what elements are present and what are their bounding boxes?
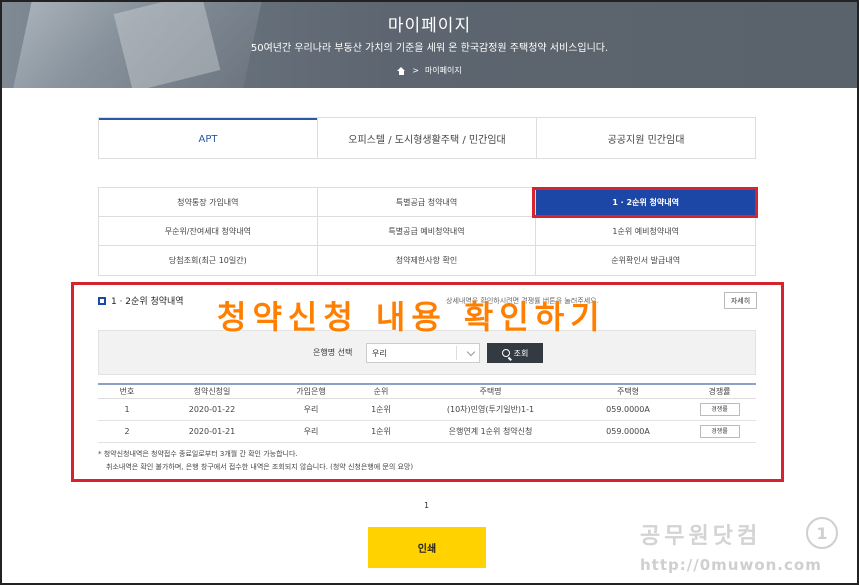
tab-officetel[interactable]: 오피스텔 / 도시형생활주택 / 민간임대: [317, 118, 536, 158]
menu-restrictions[interactable]: 청약제한사항 확인: [318, 246, 537, 275]
tab-public-rental[interactable]: 공공지원 민간임대: [536, 118, 755, 158]
menu-rank-certificate[interactable]: 순위확인서 발급내역: [536, 246, 755, 275]
page-subtitle: 50여년간 우리나라 부동산 가치의 기준을 세워 온 한국감정원 주택청약 서…: [250, 43, 609, 54]
home-icon[interactable]: [397, 66, 406, 75]
page-title: 마이페이지: [387, 16, 472, 36]
watermark-url: http://0muwon.com: [640, 556, 822, 574]
menu-rank-1-reserve[interactable]: 1순위 예비청약내역: [536, 217, 755, 246]
watermark-text: 공무원닷컴: [640, 524, 762, 549]
tab-apt[interactable]: APT: [99, 118, 317, 158]
category-tabs: APT 오피스텔 / 도시형생활주택 / 민간임대 공공지원 민간임대: [98, 117, 756, 159]
breadcrumb-current[interactable]: 마이페이지: [425, 65, 462, 76]
menu-account-history[interactable]: 청약통장 가입내역: [99, 188, 318, 217]
menu-special-supply[interactable]: 특별공급 청약내역: [317, 188, 537, 217]
menu-win-check[interactable]: 당첨조회(최근 10일간): [99, 246, 318, 275]
breadcrumb-separator: >: [412, 66, 419, 75]
highlight-box-menu: [532, 187, 758, 218]
hero-banner: 마이페이지 50여년간 우리나라 부동산 가치의 기준을 세워 온 한국감정원 …: [2, 2, 857, 88]
menu-unranked[interactable]: 무순위/잔여세대 청약내역: [99, 217, 318, 246]
pagination-current[interactable]: 1: [424, 501, 429, 510]
annotation-overlay: 청약신청 내용 확인하기: [217, 298, 606, 336]
breadcrumb: > 마이페이지: [2, 65, 857, 76]
watermark-logo: 1: [806, 517, 838, 549]
menu-special-reserve[interactable]: 특별공급 예비청약내역: [317, 217, 537, 246]
print-button[interactable]: 인쇄: [368, 527, 486, 568]
